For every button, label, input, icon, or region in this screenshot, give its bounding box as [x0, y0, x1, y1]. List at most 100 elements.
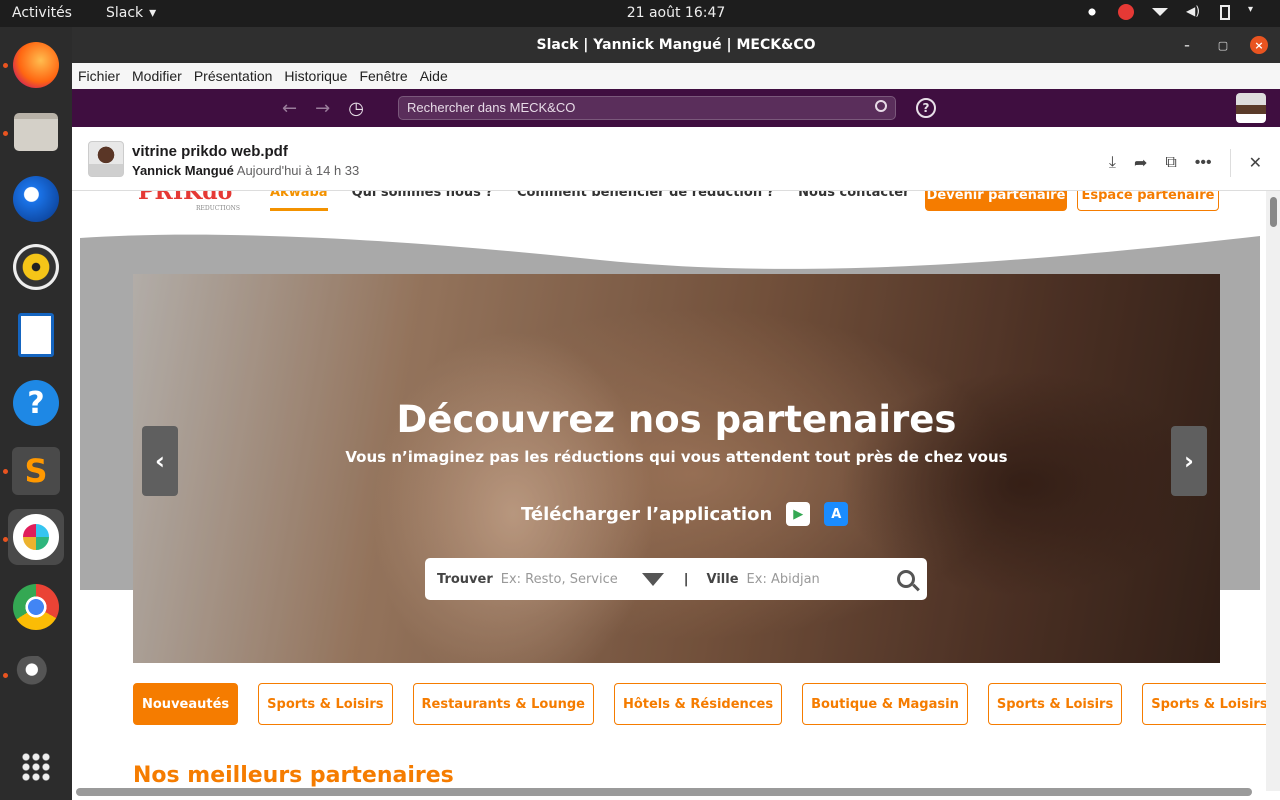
- firefox-launcher[interactable]: [8, 37, 64, 93]
- menu-aide[interactable]: Aide: [420, 68, 448, 84]
- wifi-icon[interactable]: [1152, 8, 1168, 16]
- history-icon[interactable]: ◷: [348, 98, 364, 119]
- pdf-viewer[interactable]: PRIKdo REDUCTIONS Akwaba Qui sommes nous …: [72, 191, 1280, 800]
- grid-icon: [21, 752, 51, 782]
- system-tray[interactable]: ◀) ▾: [1084, 4, 1264, 20]
- slack-icon: [13, 514, 59, 560]
- become-partner-button[interactable]: Devenir partenaire: [925, 191, 1067, 211]
- chrome-launcher[interactable]: [8, 579, 64, 635]
- file-time: Aujourd'hui à 14 h 33: [236, 163, 360, 178]
- category-hotels[interactable]: Hôtels & Résidences: [613, 683, 783, 725]
- files-icon: [14, 113, 58, 151]
- minimize-button[interactable]: –: [1178, 36, 1196, 54]
- help-button[interactable]: ?: [916, 98, 936, 118]
- logo-text: PRIKdo: [138, 191, 233, 205]
- maximize-button[interactable]: ▢: [1214, 36, 1232, 54]
- close-window-button[interactable]: ×: [1250, 36, 1268, 54]
- forward-arrow-icon[interactable]: →: [315, 98, 330, 119]
- carousel-next-button[interactable]: ›: [1171, 426, 1207, 496]
- app-store-icon[interactable]: A: [824, 502, 849, 526]
- nav-about[interactable]: Qui sommes nous ?: [352, 191, 493, 211]
- category-boutique[interactable]: Boutique & Magasin: [802, 683, 968, 725]
- sublime-launcher[interactable]: S: [8, 443, 64, 499]
- hero-subtitle: Vous n’imaginez pas les réductions qui v…: [345, 448, 1008, 466]
- hero-title: Découvrez nos partenaires: [396, 398, 957, 441]
- category-restaurants[interactable]: Restaurants & Lounge: [412, 683, 594, 725]
- category-sports-loisirs[interactable]: Sports & Loisirs: [258, 683, 393, 725]
- back-arrow-icon[interactable]: ←: [282, 98, 297, 119]
- search-icon[interactable]: [897, 570, 915, 588]
- rhythmbox-icon: [13, 244, 59, 290]
- wave-shape: [80, 228, 1260, 269]
- nav-contact[interactable]: Nous contacter: [798, 191, 909, 211]
- menu-fichier[interactable]: Fichier: [78, 68, 120, 84]
- search-placeholder: Rechercher dans MECK&CO: [407, 100, 576, 115]
- hero-overlay: [133, 274, 1220, 663]
- scrollbar-thumb[interactable]: [1270, 197, 1277, 227]
- slack-tray-icon[interactable]: [1084, 4, 1100, 20]
- writer-launcher[interactable]: [8, 307, 64, 363]
- firefox-icon: [13, 42, 59, 88]
- search-icon: [875, 100, 887, 112]
- category-sports-loisirs-2[interactable]: Sports & Loisirs: [987, 683, 1123, 725]
- battery-icon[interactable]: [1220, 4, 1230, 20]
- window-titlebar[interactable]: Slack | Yannick Mangué | MECK&CO – ▢ ×: [72, 27, 1280, 63]
- user-avatar[interactable]: [1236, 93, 1266, 123]
- volume-icon[interactable]: ◀): [1186, 4, 1202, 20]
- close-icon[interactable]: ✕: [1249, 153, 1262, 173]
- carousel-prev-button[interactable]: ‹: [142, 426, 178, 496]
- caret-down-icon[interactable]: [641, 572, 664, 586]
- google-play-icon[interactable]: ▶: [786, 502, 811, 526]
- horizontal-scrollbar[interactable]: [76, 788, 1252, 796]
- prikdo-logo: PRIKdo REDUCTIONS: [138, 191, 248, 219]
- find-label: Trouver: [437, 571, 493, 587]
- help-launcher[interactable]: ?: [8, 375, 64, 431]
- window-title: Slack | Yannick Mangué | MECK&CO: [536, 37, 816, 53]
- share-icon[interactable]: ➦: [1134, 153, 1147, 173]
- open-external-icon[interactable]: ⧉: [1165, 154, 1176, 172]
- thunderbird-launcher[interactable]: [8, 171, 64, 227]
- file-author[interactable]: Yannick Mangué: [132, 163, 234, 178]
- partner-search-box: Trouver Ex: Resto, Service | Ville Ex: A…: [425, 558, 927, 600]
- divider: [1229, 149, 1231, 177]
- menubar: Fichier Modifier Présentation Historique…: [72, 63, 1280, 89]
- nav-how[interactable]: Comment bénéficier de réduction ?: [517, 191, 774, 211]
- window-controls: – ▢ ×: [1178, 36, 1268, 54]
- category-nouveautes[interactable]: Nouveautés: [133, 683, 239, 725]
- file-meta: Yannick Mangué Aujourd'hui à 14 h 33: [132, 163, 359, 178]
- do-not-disturb-icon[interactable]: [1118, 4, 1134, 20]
- dock: ? S: [0, 27, 72, 800]
- help-icon: ?: [13, 380, 59, 426]
- nav-akwaba[interactable]: Akwaba: [270, 191, 328, 211]
- chrome-icon: [13, 584, 59, 630]
- menu-fenetre[interactable]: Fenêtre: [359, 68, 407, 84]
- slack-toolbar: ← → ◷ Rechercher dans MECK&CO ?: [72, 89, 1280, 127]
- partner-space-button[interactable]: Espace partenaire: [1077, 191, 1219, 211]
- author-avatar: [88, 141, 124, 177]
- hero-banner: Découvrez nos partenaires Vous n’imagine…: [133, 274, 1220, 663]
- gimp-launcher[interactable]: [8, 645, 64, 701]
- best-partners-heading: Nos meilleurs partenaires: [133, 763, 454, 788]
- file-name[interactable]: vitrine prikdo web.pdf: [132, 143, 288, 160]
- separator: |: [683, 571, 689, 587]
- show-apps-button[interactable]: [8, 739, 64, 795]
- logo-tagline: REDUCTIONS: [196, 205, 241, 212]
- site-nav: Akwaba Qui sommes nous ? Comment bénéfic…: [270, 191, 910, 211]
- more-options-icon[interactable]: •••: [1195, 154, 1212, 172]
- menu-historique[interactable]: Historique: [284, 68, 347, 84]
- vertical-scrollbar[interactable]: [1266, 191, 1280, 791]
- category-sports-loisirs-3[interactable]: Sports & Loisirs: [1142, 683, 1277, 725]
- writer-icon: [18, 313, 54, 357]
- city-input[interactable]: Ex: Abidjan: [747, 572, 820, 587]
- files-launcher[interactable]: [8, 104, 64, 160]
- search-input[interactable]: Rechercher dans MECK&CO: [398, 96, 896, 120]
- rhythmbox-launcher[interactable]: [8, 239, 64, 295]
- find-input[interactable]: Ex: Resto, Service: [501, 572, 618, 587]
- menu-presentation[interactable]: Présentation: [194, 68, 273, 84]
- city-label: Ville: [706, 571, 739, 587]
- system-topbar: Activités Slack ▾ 21 août 16:47 ◀) ▾: [0, 0, 1280, 27]
- power-menu-icon[interactable]: ▾: [1248, 4, 1264, 20]
- slack-launcher[interactable]: [8, 509, 64, 565]
- download-icon[interactable]: ⤓: [1109, 154, 1116, 172]
- menu-modifier[interactable]: Modifier: [132, 68, 182, 84]
